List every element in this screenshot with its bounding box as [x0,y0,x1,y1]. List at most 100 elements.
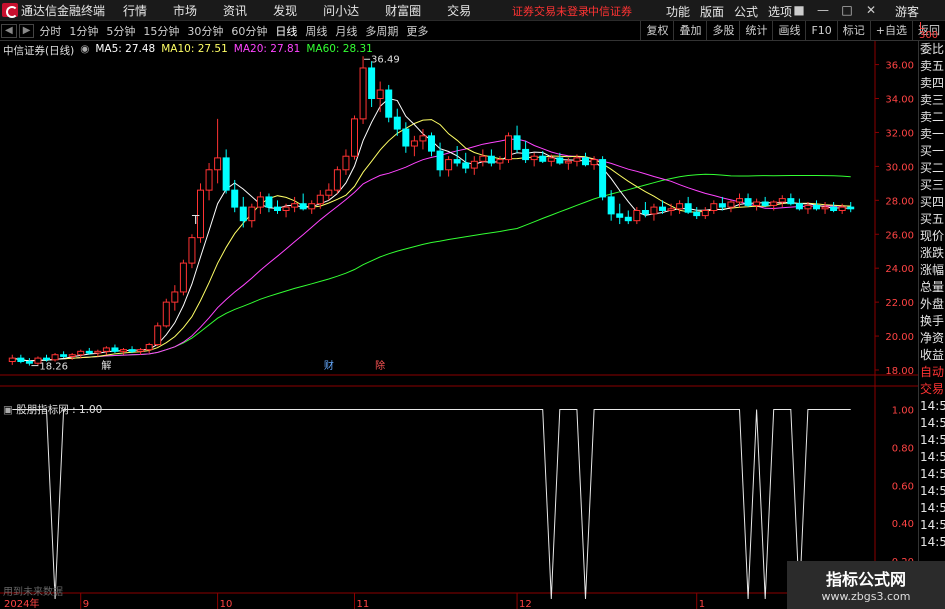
sidebar-item[interactable]: 涨幅 [919,262,945,279]
sidebar-item[interactable]: 交易 [919,381,945,398]
candle-body [102,347,110,352]
candle-body [710,203,718,212]
candle-body [830,206,838,212]
no-future-note: 用到未来数据 [3,587,63,598]
candle-body [795,203,803,210]
period-60min[interactable]: 60分钟 [227,23,271,39]
sidebar-item[interactable]: 换手 [919,313,945,330]
period-fenshi[interactable]: 分时 [35,23,65,39]
menu-item-faxian[interactable]: 发现 [273,2,297,19]
sidebar-item[interactable]: 14:56 [919,432,945,449]
candle-body [778,198,786,203]
sidebar-item[interactable]: 委比 [919,41,945,58]
f10-button[interactable]: F10 [805,21,836,41]
sidebar-item[interactable]: 买五 [919,211,945,228]
menu-item-zixun[interactable]: 资讯 [223,2,247,19]
candle-body [171,291,179,303]
tongji-button[interactable]: 统计 [739,21,772,41]
candle-body [333,169,341,191]
sidebar-item[interactable]: 14:56 [919,483,945,500]
candle-body [718,203,726,208]
candle-body [684,203,692,213]
sidebar-item[interactable]: 买一 [919,143,945,160]
sidebar-item[interactable]: 14:56 [919,398,945,415]
period-monthly[interactable]: 月线 [331,23,361,39]
sidebar-item[interactable]: 卖二 [919,109,945,126]
period-multi[interactable]: 多周期 [361,23,402,39]
minimize-icon[interactable]: — [816,3,830,17]
sidebar-item[interactable]: 14:56 [919,449,945,466]
menu-item-wenxiaoda[interactable]: 问小达 [323,2,359,19]
sidebar-item[interactable]: 现价 [919,228,945,245]
candle-body [556,157,564,164]
date-tick-label: 10 [220,599,233,609]
prev-icon[interactable]: ◀ [1,23,17,38]
period-5min[interactable]: 5分钟 [102,23,139,39]
period-30min[interactable]: 30分钟 [183,23,227,39]
candle-body [838,206,846,212]
sidebar-item[interactable]: 卖四 [919,75,945,92]
duogu-button[interactable]: 多股 [706,21,739,41]
sidebar-item[interactable]: 自动 [919,364,945,381]
indicator-title: ▣ 股朋指标网 : 1.00 [3,402,102,417]
sidebar-item[interactable]: 收益 [919,347,945,364]
menu-banmian[interactable]: 版面 [700,3,724,20]
sidebar-item[interactable]: 卖三 [919,92,945,109]
period-more[interactable]: 更多 [402,23,432,39]
price-tick-label: 36.00 [885,61,914,72]
sidebar-item[interactable]: 外盘 [919,296,945,313]
period-15min[interactable]: 15分钟 [139,23,183,39]
menu-gongshi[interactable]: 公式 [734,3,758,20]
sidebar-item[interactable]: 总量 [919,279,945,296]
candle-body [256,196,264,208]
login-status-link[interactable]: 证券交易未登录 [512,3,589,19]
candle-body [222,157,230,191]
sidebar-item[interactable]: 14:56 [919,466,945,483]
shirt-icon[interactable]: ■ [792,3,806,17]
huaxian-button[interactable]: 画线 [772,21,805,41]
sidebar-item[interactable]: 买二 [919,160,945,177]
sidebar-item[interactable]: 14:56 [919,517,945,534]
sidebar-item[interactable]: 14:56 [919,534,945,551]
sidebar-item[interactable]: 卖五 [919,58,945,75]
sidebar-item[interactable]: 14:56 [919,500,945,517]
sidebar-item[interactable]: 卖一 [919,126,945,143]
candle-body [68,354,76,357]
sidebar-item[interactable]: 净资 [919,330,945,347]
fuquan-button[interactable]: 复权 [640,21,673,41]
candle-body [761,201,769,206]
indicator-tick-label: 0.40 [892,519,914,530]
period-weekly[interactable]: 周线 [301,23,331,39]
sidebar-item[interactable]: 14:56 [919,415,945,432]
guest-label[interactable]: 游客 [895,3,919,20]
menu-item-caifuquan[interactable]: 财富圈 [385,2,421,19]
biaoji-button[interactable]: 标记 [836,21,870,41]
kline-chart[interactable]: 36.00 34.00 32.00 30.00 28.00 26.00 24.00 22.00… [0,41,918,609]
add-favorite-button[interactable]: +自选 [869,21,912,41]
menu-gongneng[interactable]: 功能 [666,3,690,20]
period-daily[interactable]: 日线 [271,23,301,39]
candle-body [522,148,530,161]
candle-body [633,210,641,222]
candle-body [316,194,324,205]
next-icon[interactable]: ▶ [18,23,35,38]
menu-xuanxiang[interactable]: 选项 [768,3,792,20]
menu-item-hangqing[interactable]: 行情 [123,2,147,19]
candle-body [813,204,820,210]
candle-body [462,162,470,169]
sidebar-item[interactable]: 买三 [919,177,945,194]
sidebar-item[interactable]: 涨跌 [919,245,945,262]
maximize-icon[interactable]: □ [840,3,854,17]
candle-body [205,169,213,191]
broker-link[interactable]: 中信证券 [588,3,632,19]
period-1min[interactable]: 1分钟 [65,23,102,39]
indicator-tick-label: 1.00 [892,405,914,416]
diejia-button[interactable]: 叠加 [673,21,706,41]
sidebar-item[interactable]: 买四 [919,194,945,211]
menu-item-shichang[interactable]: 市场 [173,2,197,19]
indicator-square-icon[interactable]: ▣ [3,404,13,416]
close-icon[interactable]: ✕ [864,3,878,17]
candle-body [308,203,316,210]
menu-item-jiaoyi[interactable]: 交易 [447,2,471,19]
settings-icon[interactable]: ◉ [80,43,89,58]
